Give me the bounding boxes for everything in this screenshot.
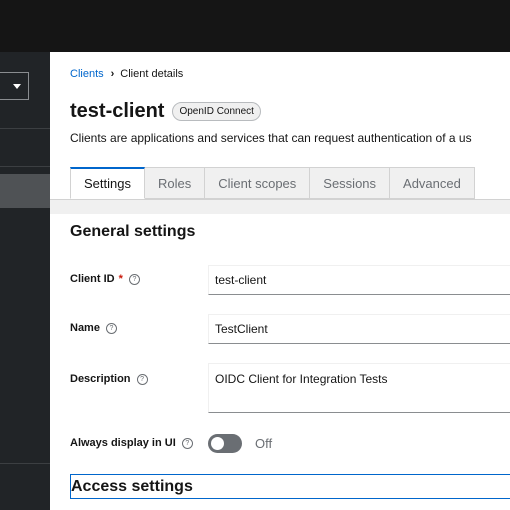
tab-settings[interactable]: Settings xyxy=(70,167,145,199)
name-input[interactable]: TestClient xyxy=(208,314,510,344)
breadcrumb-separator-icon: › xyxy=(110,68,115,80)
description-label: Description ? xyxy=(70,373,148,385)
name-label: Name ? xyxy=(70,322,117,334)
help-icon[interactable]: ? xyxy=(136,373,148,385)
section-band xyxy=(50,200,510,214)
tab-advanced[interactable]: Advanced xyxy=(390,167,475,199)
sidebar xyxy=(0,52,50,510)
required-marker: * xyxy=(118,273,123,285)
masthead xyxy=(0,0,510,52)
description-value: OIDC Client for Integration Tests xyxy=(215,372,388,386)
help-icon[interactable]: ? xyxy=(128,273,140,285)
sidebar-divider xyxy=(0,463,50,464)
client-id-label: Client ID * ? xyxy=(70,273,140,285)
access-settings-heading: Access settings xyxy=(71,477,193,495)
help-icon[interactable]: ? xyxy=(105,322,117,334)
description-textarea[interactable]: OIDC Client for Integration Tests xyxy=(208,363,510,413)
client-id-value: test-client xyxy=(215,273,267,287)
always-display-label-text: Always display in UI xyxy=(70,437,176,449)
general-settings-heading: General settings xyxy=(70,223,196,240)
tab-client-scopes[interactable]: Client scopes xyxy=(205,167,311,199)
always-display-toggle[interactable] xyxy=(208,434,242,453)
breadcrumb: Clients › Client details xyxy=(70,68,183,80)
sidebar-divider xyxy=(0,128,50,129)
tab-sessions[interactable]: Sessions xyxy=(310,167,391,199)
page-header: test-client OpenID Connect xyxy=(70,100,261,123)
always-display-state: Off xyxy=(255,436,273,451)
always-display-label: Always display in UI ? xyxy=(70,437,193,449)
sidebar-item-clients[interactable] xyxy=(0,174,50,208)
realm-selector[interactable] xyxy=(0,72,29,100)
toggle-knob xyxy=(211,437,224,450)
client-id-input[interactable]: test-client xyxy=(208,265,510,295)
sidebar-divider xyxy=(0,166,50,167)
caret-down-icon xyxy=(13,84,21,89)
description-label-text: Description xyxy=(70,373,131,385)
client-id-label-text: Client ID xyxy=(70,273,115,285)
help-icon[interactable]: ? xyxy=(181,437,193,449)
breadcrumb-link-clients[interactable]: Clients xyxy=(70,68,104,80)
breadcrumb-current: Client details xyxy=(120,68,184,80)
page-title: test-client xyxy=(70,100,165,122)
name-label-text: Name xyxy=(70,322,100,334)
access-settings-section[interactable]: Access settings xyxy=(70,474,510,499)
main-content: Clients › Client details test-client OpenI… xyxy=(50,52,510,510)
protocol-badge: OpenID Connect xyxy=(172,102,261,121)
name-value: TestClient xyxy=(215,322,268,336)
tab-roles[interactable]: Roles xyxy=(144,167,206,199)
page-description: Clients are applications and services th… xyxy=(70,131,472,145)
tab-bar: Settings Roles Client scopes Sessions Ad… xyxy=(70,167,475,199)
